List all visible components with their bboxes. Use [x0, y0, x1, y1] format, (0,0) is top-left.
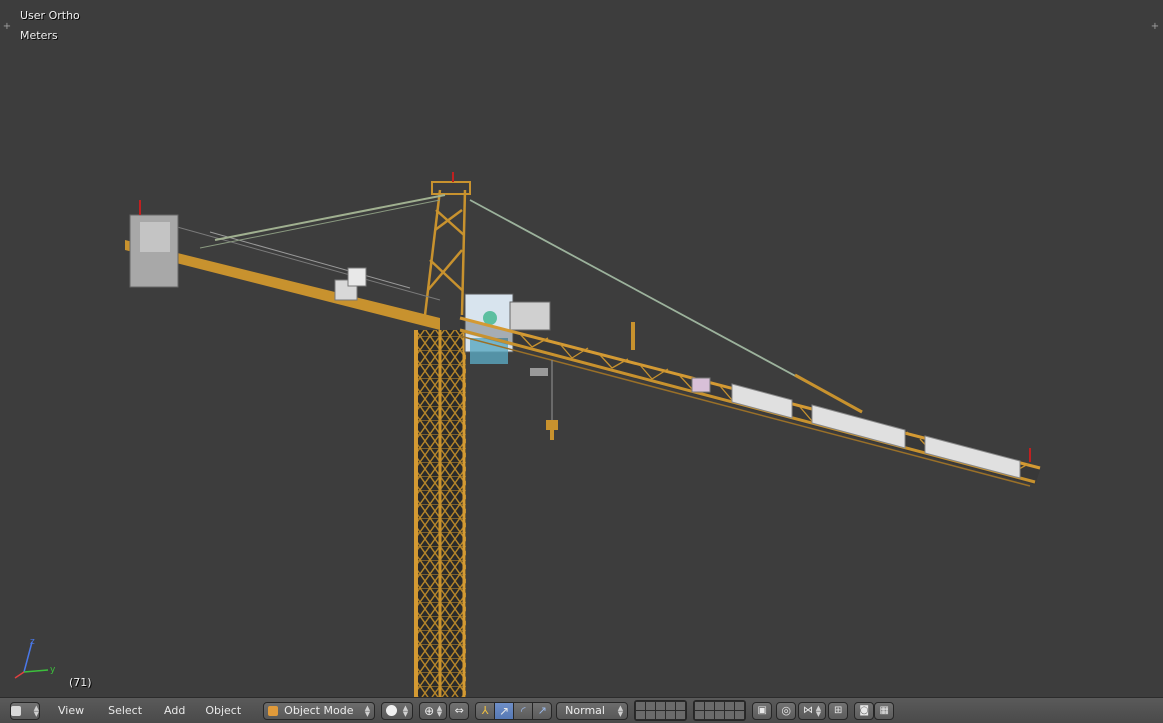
lock-camera-button[interactable]: ▣	[752, 701, 773, 720]
lock-icon: ▣	[757, 705, 767, 716]
menu-object[interactable]: Object	[197, 704, 249, 717]
trolley	[691, 377, 711, 393]
orientation-dropdown-label: Normal	[565, 704, 605, 717]
chevron-updown-icon: ▲ ▼	[815, 703, 822, 718]
transform-manipulators: ⅄ ↗ ◜ ↗	[475, 701, 553, 720]
render-icon: ◙	[859, 705, 870, 716]
mode-dropdown-label: Object Mode	[284, 704, 354, 717]
editor-type-selector[interactable]: ▲ ▼	[10, 701, 40, 720]
counter-jib-tie	[214, 194, 446, 241]
axis-icon: ⅄	[481, 704, 489, 717]
units-label: Meters	[20, 29, 58, 42]
translate-button[interactable]: ↗	[494, 701, 515, 720]
solid-sphere-icon	[386, 705, 398, 716]
chevron-updown-icon: ▲ ▼	[402, 703, 409, 718]
axis-gizmo: z y	[14, 637, 56, 679]
tower-head	[423, 172, 471, 316]
pivot-point-dropdown[interactable]: ⊕ ▲ ▼	[419, 701, 448, 720]
snap-dropdown[interactable]: ⋈ ▲ ▼	[798, 701, 827, 720]
manipulator-toggle[interactable]: ⇔	[449, 701, 470, 720]
scale-button[interactable]: ↗	[532, 701, 553, 720]
chevron-updown-icon: ▲ ▼	[33, 703, 39, 718]
frame-number: (71)	[69, 676, 92, 689]
3d-view-header: ▲ ▼ View Select Add Object Object Mode ▲ ▼…	[0, 697, 1163, 723]
mode-dropdown[interactable]: Object Mode ▲ ▼	[263, 701, 376, 720]
layers-grid-1[interactable]	[634, 700, 688, 721]
tower-mast	[414, 330, 466, 697]
pivot-icon: ⊕	[424, 703, 435, 718]
menu-view[interactable]: View	[50, 704, 92, 717]
render-image-button[interactable]: ◙	[854, 701, 875, 720]
proportional-edit-button[interactable]: ◎	[776, 701, 797, 720]
counter-jib-tie-2	[199, 199, 441, 249]
snap-target-icon: ⊞	[833, 705, 843, 716]
view-name-label: User Ortho	[20, 9, 80, 22]
hook-block	[530, 360, 558, 440]
3d-viewport[interactable]: User Ortho Meters + + z y (71)	[0, 0, 1163, 697]
rotate-button[interactable]: ◜	[513, 701, 534, 720]
animation-icon: ▦	[879, 705, 889, 716]
3d-view-icon	[11, 705, 21, 716]
y-axis-label: y	[50, 665, 56, 675]
layers-grid-2[interactable]	[693, 700, 747, 721]
menu-select[interactable]: Select	[100, 704, 150, 717]
jib-panels	[731, 383, 1021, 479]
proportional-icon: ◎	[781, 704, 791, 717]
chevron-updown-icon: ▲ ▼	[617, 703, 624, 718]
render-animation-button[interactable]: ▦	[874, 701, 895, 720]
rotate-icon: ◜	[520, 703, 526, 718]
snap-icon: ⋈	[803, 705, 814, 716]
object-cube-icon	[268, 705, 279, 716]
crane-model-scene	[125, 172, 1041, 697]
translate-manipulator-button[interactable]: ⅄	[475, 701, 496, 720]
viewport-shading-dropdown[interactable]: ▲ ▼	[381, 701, 414, 720]
translate-icon: ↗	[499, 703, 510, 718]
manipulator-icon: ⇔	[454, 704, 464, 717]
region-expand-left-icon[interactable]: +	[2, 22, 12, 32]
chevron-updown-icon: ▲ ▼	[436, 703, 443, 718]
z-axis-label: z	[30, 637, 35, 647]
region-expand-right-icon[interactable]: +	[1150, 22, 1160, 32]
chevron-updown-icon: ▲ ▼	[364, 703, 371, 718]
orientation-dropdown[interactable]: Normal ▲ ▼	[556, 701, 629, 720]
header-menus: View Select Add Object	[50, 704, 249, 717]
counter-jib	[125, 200, 441, 330]
snap-target-button[interactable]: ⊞	[828, 701, 849, 720]
menu-add[interactable]: Add	[156, 704, 193, 717]
scale-icon: ↗	[537, 704, 547, 717]
